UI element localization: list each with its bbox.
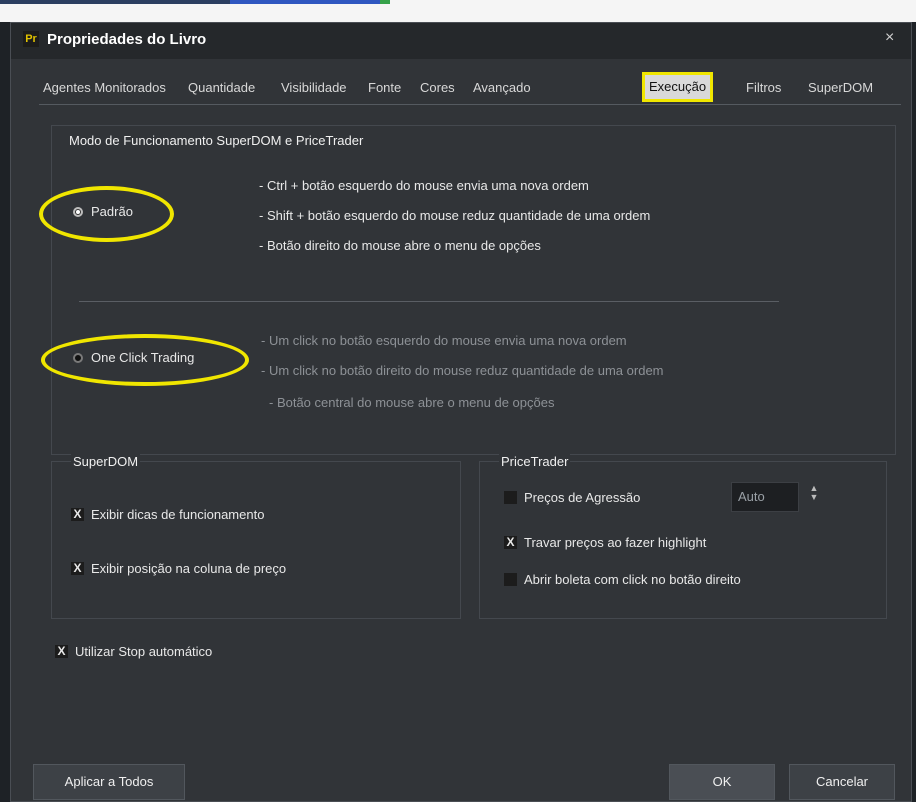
one-click-description-line: - Um click no botão direito do mouse red… xyxy=(261,363,664,378)
close-icon[interactable]: × xyxy=(885,29,894,47)
padrao-description-line: - Botão direito do mouse abre o menu de … xyxy=(259,238,541,253)
one-click-description-line: - Um click no botão esquerdo do mouse en… xyxy=(261,333,627,348)
travar-precos-label[interactable]: Travar preços ao fazer highlight xyxy=(524,535,706,550)
precos-agressao-checkbox[interactable] xyxy=(504,491,517,504)
taskbar-segment xyxy=(230,0,380,4)
tab-cores[interactable]: Cores xyxy=(416,76,459,100)
tab-agentes-monitorados[interactable]: Agentes Monitorados xyxy=(39,76,170,100)
padrao-description-line: - Ctrl + botão esquerdo do mouse envia u… xyxy=(259,178,589,193)
abrir-boleta-checkbox[interactable] xyxy=(504,573,517,586)
auto-stop-checkbox[interactable]: X xyxy=(55,645,68,658)
exibir-dicas-label[interactable]: Exibir dicas de funcionamento xyxy=(91,507,264,522)
mode-section-title: Modo de Funcionamento SuperDOM e PriceTr… xyxy=(69,133,364,148)
padrao-radio[interactable] xyxy=(73,207,83,217)
taskbar-segment xyxy=(380,0,390,4)
title-bar[interactable]: Pr Propriedades do Livro × xyxy=(11,23,911,59)
exibir-posicao-checkbox[interactable]: X xyxy=(71,562,84,575)
cancel-button[interactable]: Cancelar xyxy=(789,764,895,800)
properties-dialog: Pr Propriedades do Livro × Agentes Monit… xyxy=(10,22,912,802)
dialog-title: Propriedades do Livro xyxy=(47,31,207,48)
one-click-label[interactable]: One Click Trading xyxy=(91,350,194,365)
travar-precos-checkbox[interactable]: X xyxy=(504,536,517,549)
tab-superdom[interactable]: SuperDOM xyxy=(804,76,877,100)
tab-visibilidade[interactable]: Visibilidade xyxy=(277,76,351,100)
auto-stop-label[interactable]: Utilizar Stop automático xyxy=(75,644,212,659)
taskbar-segment xyxy=(0,0,230,4)
padrao-description-line: - Shift + botão esquerdo do mouse reduz … xyxy=(259,208,651,223)
tab-quantidade[interactable]: Quantidade xyxy=(184,76,259,100)
aggression-value-input[interactable]: Auto xyxy=(731,482,799,512)
spinner-arrows-icon[interactable]: ▲ ▼ xyxy=(808,484,820,502)
apply-all-button[interactable]: Aplicar a Todos xyxy=(33,764,185,800)
tab-divider xyxy=(39,104,901,105)
tab-filtros[interactable]: Filtros xyxy=(742,76,785,100)
desktop-top-strip xyxy=(0,0,916,22)
tab-avancado[interactable]: Avançado xyxy=(469,76,535,100)
ok-button[interactable]: OK xyxy=(669,764,775,800)
padrao-label[interactable]: Padrão xyxy=(91,204,133,219)
tab-fonte[interactable]: Fonte xyxy=(364,76,405,100)
superdom-group xyxy=(51,461,461,619)
exibir-dicas-checkbox[interactable]: X xyxy=(71,508,84,521)
superdom-title: SuperDOM xyxy=(71,454,141,469)
one-click-description-line: - Botão central do mouse abre o menu de … xyxy=(269,395,555,410)
precos-agressao-label[interactable]: Preços de Agressão xyxy=(524,490,640,505)
tab-bar: Agentes Monitorados Quantidade Visibilid… xyxy=(39,70,901,104)
exibir-posicao-label[interactable]: Exibir posição na coluna de preço xyxy=(91,561,286,576)
one-click-radio[interactable] xyxy=(73,353,83,363)
pricetrader-title: PriceTrader xyxy=(499,454,571,469)
app-icon: Pr xyxy=(23,31,39,47)
abrir-boleta-label[interactable]: Abrir boleta com click no botão direito xyxy=(524,572,741,587)
mode-divider xyxy=(79,301,779,302)
tab-execucao[interactable]: Execução xyxy=(642,72,714,102)
